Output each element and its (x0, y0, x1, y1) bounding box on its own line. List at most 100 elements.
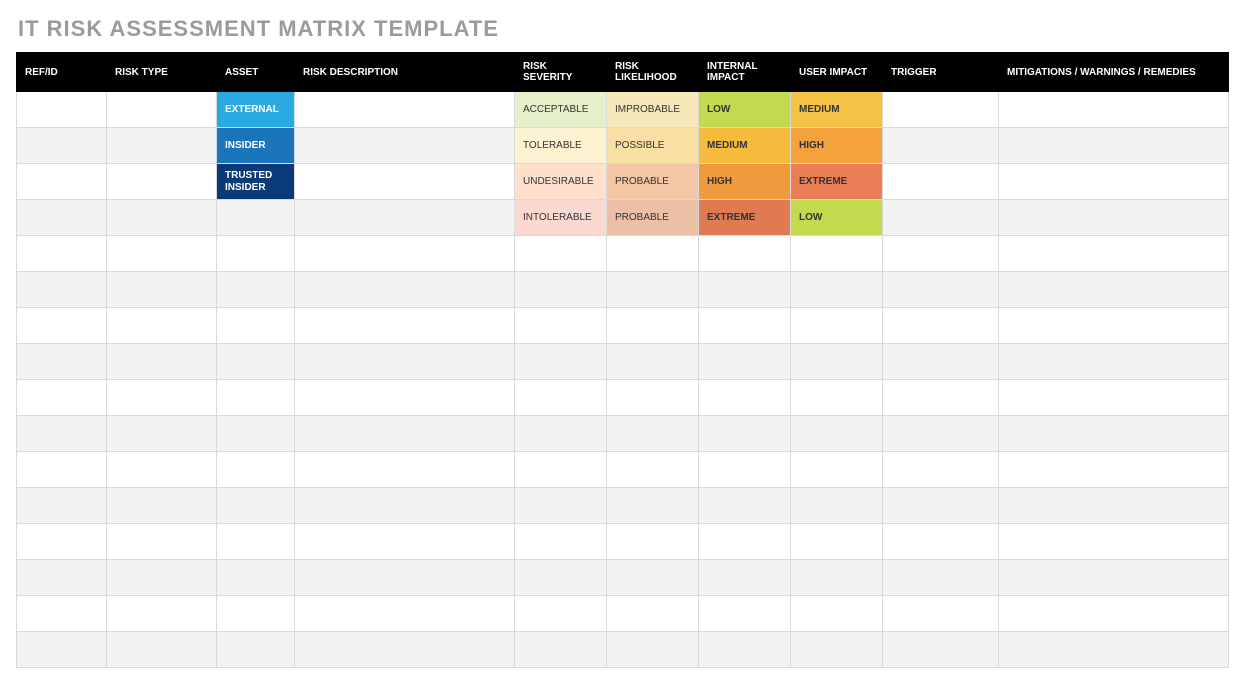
cell-trigger[interactable] (883, 164, 999, 200)
cell-blank[interactable] (107, 344, 217, 380)
cell-blank[interactable] (17, 560, 107, 596)
cell-blank[interactable] (999, 452, 1229, 488)
cell-blank[interactable] (999, 308, 1229, 344)
cell-blank[interactable] (791, 488, 883, 524)
cell-blank[interactable] (515, 560, 607, 596)
cell-blank[interactable] (699, 236, 791, 272)
cell-blank[interactable] (999, 524, 1229, 560)
cell-blank[interactable] (295, 596, 515, 632)
cell-blank[interactable] (883, 560, 999, 596)
cell-blank[interactable] (295, 560, 515, 596)
cell-blank[interactable] (515, 632, 607, 668)
cell-blank[interactable] (217, 560, 295, 596)
cell-blank[interactable] (883, 632, 999, 668)
cell-blank[interactable] (107, 308, 217, 344)
cell-blank[interactable] (17, 596, 107, 632)
cell-internal[interactable]: MEDIUM (699, 128, 791, 164)
cell-blank[interactable] (607, 488, 699, 524)
cell-blank[interactable] (999, 488, 1229, 524)
cell-blank[interactable] (217, 596, 295, 632)
cell-blank[interactable] (883, 308, 999, 344)
cell-blank[interactable] (107, 236, 217, 272)
cell-ref[interactable] (17, 164, 107, 200)
cell-blank[interactable] (515, 308, 607, 344)
cell-type[interactable] (107, 164, 217, 200)
cell-internal[interactable]: LOW (699, 92, 791, 128)
cell-blank[interactable] (295, 416, 515, 452)
cell-blank[interactable] (791, 632, 883, 668)
cell-mit[interactable] (999, 92, 1229, 128)
cell-blank[interactable] (999, 632, 1229, 668)
cell-blank[interactable] (17, 380, 107, 416)
cell-desc[interactable] (295, 200, 515, 236)
cell-blank[interactable] (107, 632, 217, 668)
cell-trigger[interactable] (883, 128, 999, 164)
cell-blank[interactable] (515, 344, 607, 380)
cell-blank[interactable] (295, 452, 515, 488)
cell-ref[interactable] (17, 92, 107, 128)
cell-blank[interactable] (699, 344, 791, 380)
cell-blank[interactable] (999, 596, 1229, 632)
cell-blank[interactable] (883, 524, 999, 560)
cell-blank[interactable] (295, 632, 515, 668)
cell-blank[interactable] (217, 272, 295, 308)
cell-type[interactable] (107, 200, 217, 236)
cell-ref[interactable] (17, 128, 107, 164)
cell-blank[interactable] (883, 236, 999, 272)
cell-severity[interactable]: ACCEPTABLE (515, 92, 607, 128)
cell-blank[interactable] (17, 272, 107, 308)
cell-blank[interactable] (295, 272, 515, 308)
cell-user[interactable]: HIGH (791, 128, 883, 164)
cell-likelihood[interactable]: PROBABLE (607, 200, 699, 236)
cell-blank[interactable] (699, 560, 791, 596)
cell-trigger[interactable] (883, 92, 999, 128)
cell-mit[interactable] (999, 200, 1229, 236)
cell-blank[interactable] (515, 596, 607, 632)
cell-blank[interactable] (607, 524, 699, 560)
cell-blank[interactable] (607, 596, 699, 632)
cell-blank[interactable] (699, 488, 791, 524)
cell-blank[interactable] (295, 236, 515, 272)
cell-blank[interactable] (295, 344, 515, 380)
cell-asset[interactable]: EXTERNAL (217, 92, 295, 128)
cell-blank[interactable] (999, 344, 1229, 380)
cell-internal[interactable]: EXTREME (699, 200, 791, 236)
cell-asset[interactable]: TRUSTED INSIDER (217, 164, 295, 200)
cell-blank[interactable] (217, 488, 295, 524)
cell-blank[interactable] (791, 416, 883, 452)
cell-likelihood[interactable]: IMPROBABLE (607, 92, 699, 128)
cell-blank[interactable] (107, 380, 217, 416)
cell-blank[interactable] (883, 416, 999, 452)
cell-blank[interactable] (217, 308, 295, 344)
cell-blank[interactable] (515, 416, 607, 452)
cell-blank[interactable] (883, 380, 999, 416)
cell-asset[interactable] (217, 200, 295, 236)
cell-blank[interactable] (107, 596, 217, 632)
cell-blank[interactable] (791, 596, 883, 632)
cell-blank[interactable] (999, 416, 1229, 452)
cell-blank[interactable] (17, 416, 107, 452)
cell-blank[interactable] (791, 452, 883, 488)
cell-blank[interactable] (883, 344, 999, 380)
cell-blank[interactable] (217, 452, 295, 488)
cell-blank[interactable] (791, 524, 883, 560)
cell-blank[interactable] (883, 596, 999, 632)
cell-blank[interactable] (699, 380, 791, 416)
cell-blank[interactable] (699, 272, 791, 308)
cell-blank[interactable] (607, 632, 699, 668)
cell-blank[interactable] (107, 416, 217, 452)
cell-user[interactable]: MEDIUM (791, 92, 883, 128)
cell-mit[interactable] (999, 128, 1229, 164)
cell-blank[interactable] (699, 632, 791, 668)
cell-blank[interactable] (791, 560, 883, 596)
cell-blank[interactable] (17, 488, 107, 524)
cell-desc[interactable] (295, 164, 515, 200)
cell-blank[interactable] (699, 452, 791, 488)
cell-severity[interactable]: INTOLERABLE (515, 200, 607, 236)
cell-blank[interactable] (607, 236, 699, 272)
cell-blank[interactable] (17, 452, 107, 488)
cell-blank[interactable] (515, 524, 607, 560)
cell-blank[interactable] (17, 632, 107, 668)
cell-mit[interactable] (999, 164, 1229, 200)
cell-blank[interactable] (107, 452, 217, 488)
